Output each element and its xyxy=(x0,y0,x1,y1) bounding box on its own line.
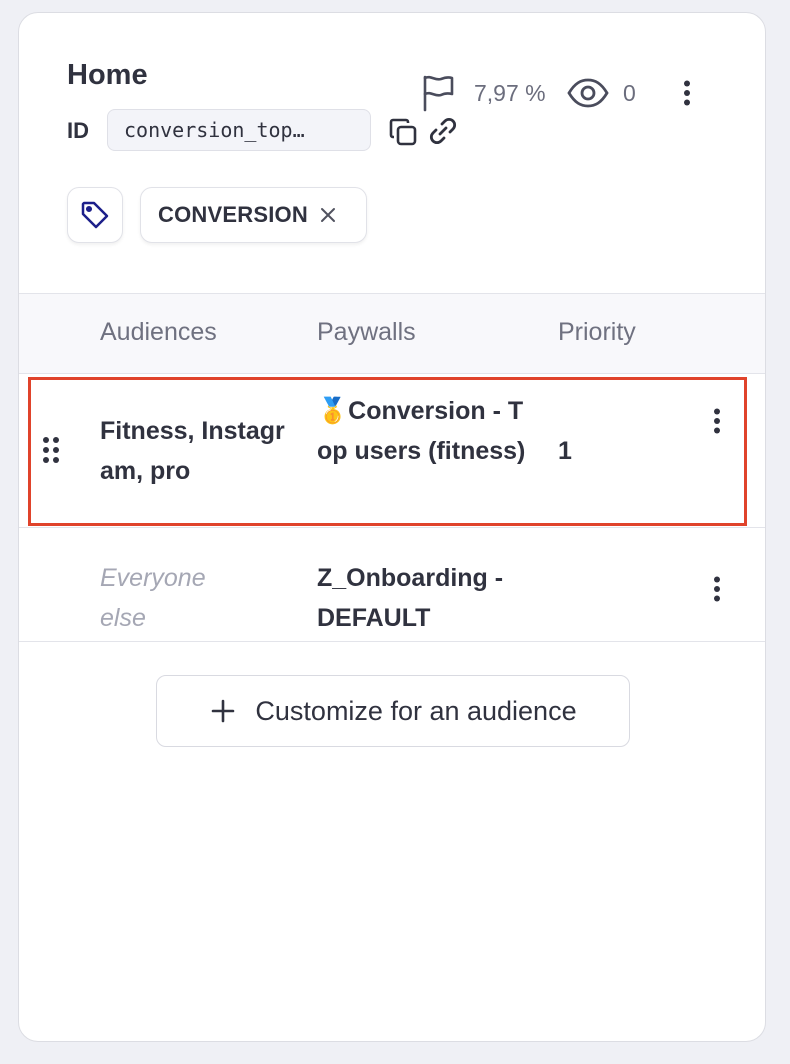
conversion-rate: 7,97 % xyxy=(474,80,546,106)
column-header-paywalls: Paywalls xyxy=(317,318,416,346)
id-field[interactable]: conversion_top… xyxy=(107,109,371,151)
customize-audience-label: Customize for an audience xyxy=(255,695,577,726)
table-row[interactable]: Fitness, Instagram, pro 🥇Conversion - To… xyxy=(19,374,765,528)
id-label: ID xyxy=(67,118,89,143)
more-vertical-icon[interactable] xyxy=(705,571,729,607)
copy-icon[interactable] xyxy=(385,114,421,150)
more-vertical-icon[interactable] xyxy=(675,75,699,111)
views-count: 0 xyxy=(623,80,636,106)
table-header: Audiences Paywalls Priority xyxy=(19,293,765,374)
column-header-audiences: Audiences xyxy=(100,318,217,346)
table-row[interactable]: Everyone else Z_Onboarding - DEFAULT xyxy=(19,528,765,642)
row-paywall-label: Conversion - Top users (fitness) xyxy=(317,397,526,465)
placement-card: Home 7,97 % 0 ID conversion_top… CONVERS… xyxy=(18,12,766,1042)
column-header-priority: Priority xyxy=(558,318,636,346)
row-audiences: Fitness, Instagram, pro xyxy=(100,417,285,485)
flag-icon xyxy=(419,73,457,113)
drag-handle-icon[interactable] xyxy=(41,436,61,464)
tag-chip-label: CONVERSION xyxy=(158,202,308,227)
close-icon[interactable] xyxy=(318,205,338,225)
link-icon[interactable] xyxy=(425,113,461,149)
row-priority: 1 xyxy=(558,437,572,465)
customize-audience-button[interactable]: Customize for an audience xyxy=(156,675,630,747)
more-vertical-icon[interactable] xyxy=(705,403,729,439)
row-paywall[interactable]: 🥇Conversion - Top users (fitness) xyxy=(317,391,527,471)
row-audiences: Everyone else xyxy=(100,564,206,632)
medal-icon: 🥇 xyxy=(317,397,349,425)
tag-icon[interactable] xyxy=(67,187,123,243)
eye-icon xyxy=(566,75,610,111)
plus-icon xyxy=(209,697,237,725)
placement-title: Home xyxy=(67,59,148,91)
row-paywall[interactable]: Z_Onboarding - DEFAULT xyxy=(317,558,527,638)
tag-chip: CONVERSION xyxy=(140,187,367,243)
